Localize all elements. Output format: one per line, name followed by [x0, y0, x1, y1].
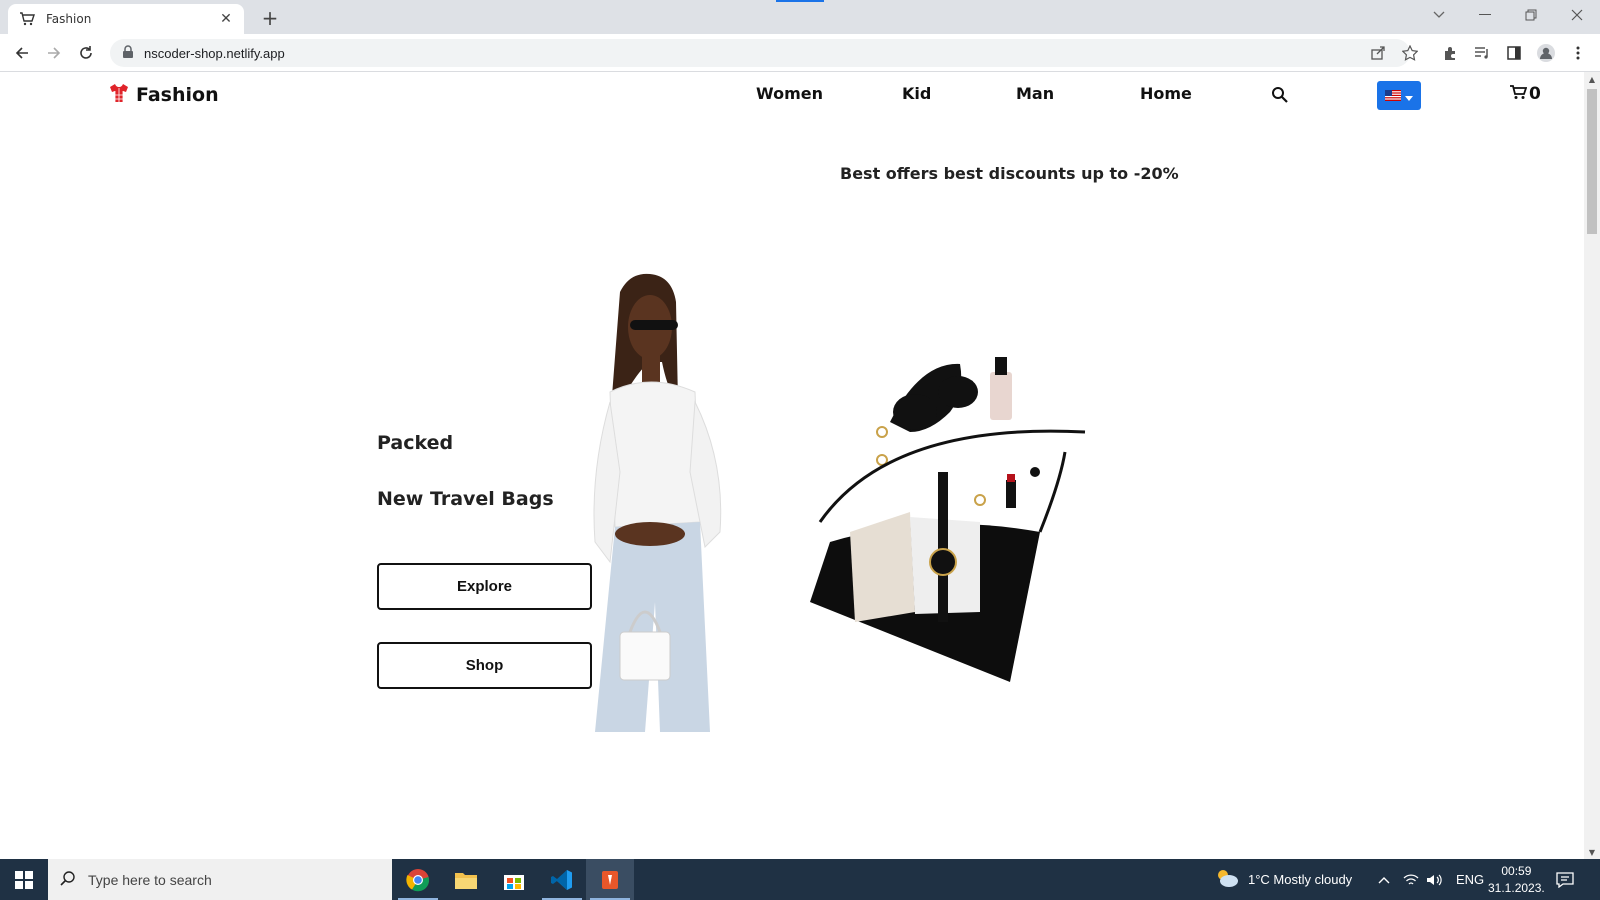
fashion-model-image: [593, 273, 722, 732]
page-scrollbar[interactable]: ▲ ▼: [1584, 72, 1600, 859]
brand-name: Fashion: [136, 84, 219, 106]
clock[interactable]: 00:59 31.1.2023.: [1488, 859, 1545, 900]
weather-text: 1°C Mostly cloudy: [1248, 872, 1353, 887]
shirt-logo-icon: [108, 82, 130, 108]
windows-taskbar: Type here to search 1°C Mostly cloudy EN…: [0, 859, 1600, 900]
share-icon[interactable]: [1366, 41, 1390, 65]
windows-start-button[interactable]: [0, 859, 48, 900]
volume-icon[interactable]: [1426, 859, 1444, 900]
vscode-icon: [551, 869, 572, 890]
show-hidden-icons-icon[interactable]: [1378, 859, 1390, 900]
taskbar-chrome[interactable]: [394, 859, 442, 900]
address-url: nscoder-shop.netlify.app: [144, 45, 285, 61]
close-window-button[interactable]: [1554, 0, 1600, 30]
hero-heading-bags: New Travel Bags: [377, 488, 554, 510]
tab-search-icon[interactable]: [1416, 0, 1462, 30]
taskbar-vscode[interactable]: [538, 859, 586, 900]
chrome-icon: [406, 868, 430, 891]
taskbar-search[interactable]: Type here to search: [48, 859, 392, 900]
tab-title: Fashion: [46, 12, 92, 26]
cart-count: 0: [1529, 84, 1541, 104]
nav-women[interactable]: Women: [756, 84, 823, 103]
address-bar[interactable]: nscoder-shop.netlify.app: [110, 39, 1410, 67]
travel-bag-image: [810, 357, 1086, 682]
taskbar-postman[interactable]: [586, 859, 634, 900]
media-control-icon[interactable]: [1470, 41, 1494, 65]
hero-heading-packed: Packed: [377, 432, 454, 454]
cart-button[interactable]: 0: [1509, 84, 1541, 104]
scroll-thumb[interactable]: [1587, 89, 1597, 234]
input-language[interactable]: ENG: [1456, 859, 1484, 900]
cart-icon: [1509, 84, 1528, 104]
side-panel-icon[interactable]: [1502, 41, 1526, 65]
language-selector[interactable]: [1377, 81, 1421, 110]
cloudy-weather-icon: [1214, 868, 1240, 891]
back-button[interactable]: [10, 41, 34, 65]
promo-banner: Best offers best discounts up to -20%: [840, 164, 1179, 183]
page-viewport: Fashion Women Kid Man Home 0 Best offers…: [0, 72, 1584, 859]
browser-menu-icon[interactable]: [1566, 41, 1590, 65]
browser-toolbar: nscoder-shop.netlify.app: [0, 34, 1600, 72]
nav-man[interactable]: Man: [1016, 84, 1054, 103]
extensions-icon[interactable]: [1438, 41, 1462, 65]
reload-button[interactable]: [74, 41, 98, 65]
clock-time: 00:59: [1501, 863, 1532, 878]
notifications-icon[interactable]: [1556, 859, 1574, 900]
tab-search-indicator: [776, 0, 824, 2]
bookmark-star-icon[interactable]: [1398, 41, 1422, 65]
forward-button[interactable]: [42, 41, 66, 65]
profile-avatar-icon[interactable]: [1534, 41, 1558, 65]
scroll-down-arrow-icon[interactable]: ▼: [1584, 845, 1600, 859]
brand-logo[interactable]: Fashion: [108, 82, 219, 108]
us-flag-icon: [1385, 86, 1401, 105]
app-icon: [602, 870, 618, 889]
cart-favicon-icon: [18, 10, 36, 28]
taskbar-store[interactable]: [490, 859, 538, 900]
nav-home[interactable]: Home: [1140, 84, 1192, 103]
magnifier-icon: [60, 870, 76, 890]
lock-icon: [122, 44, 134, 63]
nav-kid[interactable]: Kid: [902, 84, 931, 103]
folder-icon: [455, 872, 477, 889]
browser-tabstrip: Fashion ✕ +: [0, 0, 1600, 34]
clock-date: 31.1.2023.: [1488, 880, 1545, 895]
store-icon: [504, 874, 524, 890]
taskbar-file-explorer[interactable]: [442, 859, 490, 900]
new-tab-button[interactable]: +: [258, 6, 282, 30]
caret-down-icon: [1405, 86, 1413, 105]
taskbar-search-placeholder: Type here to search: [88, 871, 212, 888]
tab-close-icon[interactable]: ✕: [218, 11, 234, 27]
browser-tab[interactable]: Fashion ✕: [8, 4, 244, 34]
restore-button[interactable]: [1508, 0, 1554, 30]
weather-widget[interactable]: 1°C Mostly cloudy: [1214, 859, 1352, 900]
search-icon[interactable]: [1271, 86, 1293, 108]
network-icon[interactable]: [1403, 859, 1419, 900]
minimize-button[interactable]: [1462, 0, 1508, 30]
scroll-up-arrow-icon[interactable]: ▲: [1584, 72, 1600, 86]
